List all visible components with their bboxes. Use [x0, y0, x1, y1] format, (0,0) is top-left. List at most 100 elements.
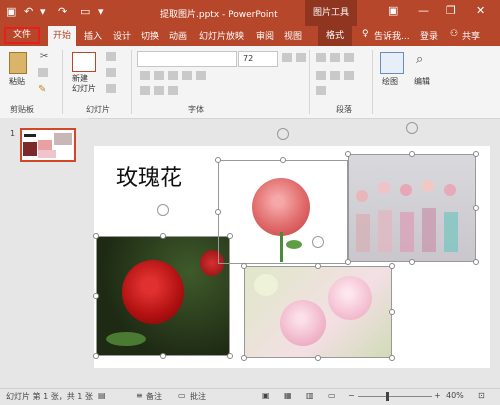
italic-icon[interactable] [154, 71, 164, 80]
resize-handle[interactable] [160, 353, 166, 359]
close-icon[interactable]: ✕ [476, 4, 485, 17]
slide-title[interactable]: 玫瑰花 [116, 160, 182, 192]
bold-icon[interactable] [140, 71, 150, 80]
save-icon[interactable]: ▣ [6, 5, 16, 18]
redo-icon[interactable]: ↷ [58, 5, 67, 18]
comments-button[interactable]: 批注 [190, 391, 206, 402]
resize-handle[interactable] [215, 209, 221, 215]
grow-font-icon[interactable] [282, 53, 292, 62]
resize-handle[interactable] [389, 355, 395, 361]
underline-icon[interactable] [168, 71, 178, 80]
paste-icon[interactable] [9, 52, 27, 74]
slide-thumbnail[interactable] [20, 128, 76, 162]
undo-dropdown-icon[interactable]: ▾ [40, 5, 46, 18]
align-right-icon[interactable] [344, 71, 354, 80]
rotation-handle[interactable] [406, 122, 418, 134]
resize-handle[interactable] [389, 309, 395, 315]
ribbon-display-options-icon[interactable]: ▣ [388, 4, 398, 17]
bullets-icon[interactable] [316, 53, 326, 62]
align-center-icon[interactable] [330, 71, 340, 80]
new-slide-icon[interactable] [72, 52, 96, 72]
case-icon[interactable] [168, 86, 178, 95]
resize-handle[interactable] [473, 205, 479, 211]
tab-slideshow[interactable]: 幻灯片放映 [199, 29, 244, 42]
spellcheck-icon[interactable]: ▤ [98, 391, 106, 400]
resize-handle[interactable] [409, 151, 415, 157]
font-size-box[interactable]: 72 [238, 51, 278, 67]
resize-handle[interactable] [241, 263, 247, 269]
share-button[interactable]: 共享 [462, 29, 480, 42]
resize-handle[interactable] [215, 157, 221, 163]
rotation-handle[interactable] [312, 236, 324, 248]
resize-handle[interactable] [241, 355, 247, 361]
text-direction-icon[interactable] [316, 86, 326, 95]
resize-handle[interactable] [227, 353, 233, 359]
find-icon[interactable]: ⌕ [416, 52, 423, 67]
resize-handle[interactable] [473, 151, 479, 157]
tab-insert[interactable]: 插入 [84, 29, 102, 42]
reading-view-icon[interactable]: ▥ [306, 391, 314, 400]
undo-icon[interactable]: ↶ [24, 5, 33, 18]
numbering-icon[interactable] [330, 53, 340, 62]
resize-handle[interactable] [93, 233, 99, 239]
resize-handle[interactable] [227, 233, 233, 239]
tab-format[interactable]: 格式 [318, 26, 352, 46]
cut-icon[interactable]: ✂ [40, 51, 48, 62]
font-color-icon[interactable] [140, 86, 150, 95]
section-icon[interactable] [106, 84, 116, 93]
align-left-icon[interactable] [316, 71, 326, 80]
format-painter-icon[interactable]: ✎ [38, 84, 46, 95]
slideshow-view-icon[interactable]: ▭ [328, 391, 336, 400]
indent-icon[interactable] [344, 53, 354, 62]
slide-canvas[interactable]: 玫瑰花 [93, 122, 490, 368]
notes-button[interactable]: 备注 [146, 391, 162, 402]
normal-view-icon[interactable]: ▣ [262, 391, 270, 400]
copy-icon[interactable] [38, 68, 48, 77]
rotation-handle[interactable] [277, 128, 289, 140]
sign-in-link[interactable]: 登录 [420, 29, 438, 42]
resize-handle[interactable] [409, 259, 415, 265]
tab-view[interactable]: 视图 [284, 29, 302, 42]
tab-animations[interactable]: 动画 [169, 29, 187, 42]
paste-button[interactable]: 粘贴 [9, 76, 25, 87]
rotation-handle[interactable] [157, 204, 169, 216]
tab-transitions[interactable]: 切换 [141, 29, 159, 42]
drawing-button[interactable]: 绘图 [382, 76, 398, 87]
reset-icon[interactable] [106, 68, 116, 77]
resize-handle[interactable] [473, 259, 479, 265]
layout-icon[interactable] [106, 52, 116, 61]
shapes-icon[interactable] [380, 52, 404, 74]
zoom-slider-thumb[interactable] [386, 392, 389, 401]
resize-handle[interactable] [345, 259, 351, 265]
customize-toolbar-icon[interactable]: ▾ [98, 5, 104, 18]
slide-sorter-icon[interactable]: ▦ [284, 391, 292, 400]
resize-handle[interactable] [93, 293, 99, 299]
resize-handle[interactable] [160, 233, 166, 239]
tab-file[interactable]: 文件 [4, 27, 40, 44]
tab-review[interactable]: 审阅 [256, 29, 274, 42]
resize-handle[interactable] [315, 263, 321, 269]
resize-handle[interactable] [315, 355, 321, 361]
minimize-icon[interactable]: — [418, 4, 429, 17]
zoom-in-icon[interactable]: + [434, 391, 441, 400]
shadow-icon[interactable] [182, 71, 192, 80]
resize-handle[interactable] [345, 151, 351, 157]
font-name-box[interactable] [137, 51, 237, 67]
strikethrough-icon[interactable] [196, 71, 206, 80]
zoom-slider[interactable] [358, 396, 432, 397]
highlight-icon[interactable] [154, 86, 164, 95]
start-slideshow-icon[interactable]: ▭ [80, 5, 90, 18]
resize-handle[interactable] [389, 263, 395, 269]
resize-handle[interactable] [280, 157, 286, 163]
editing-button[interactable]: 编辑 [414, 76, 430, 87]
resize-handle[interactable] [93, 353, 99, 359]
zoom-level[interactable]: 40% [446, 391, 464, 400]
maximize-icon[interactable]: ❐ [446, 4, 456, 17]
new-slide-button[interactable]: 新建 幻灯片 [72, 74, 96, 94]
zoom-out-icon[interactable]: − [348, 391, 355, 400]
shrink-font-icon[interactable] [296, 53, 306, 62]
fit-slide-icon[interactable]: ⊡ [478, 391, 485, 400]
tab-design[interactable]: 设计 [113, 29, 131, 42]
tab-home[interactable]: 开始 [48, 26, 76, 46]
tell-me-box[interactable]: 告诉我... [374, 29, 410, 42]
